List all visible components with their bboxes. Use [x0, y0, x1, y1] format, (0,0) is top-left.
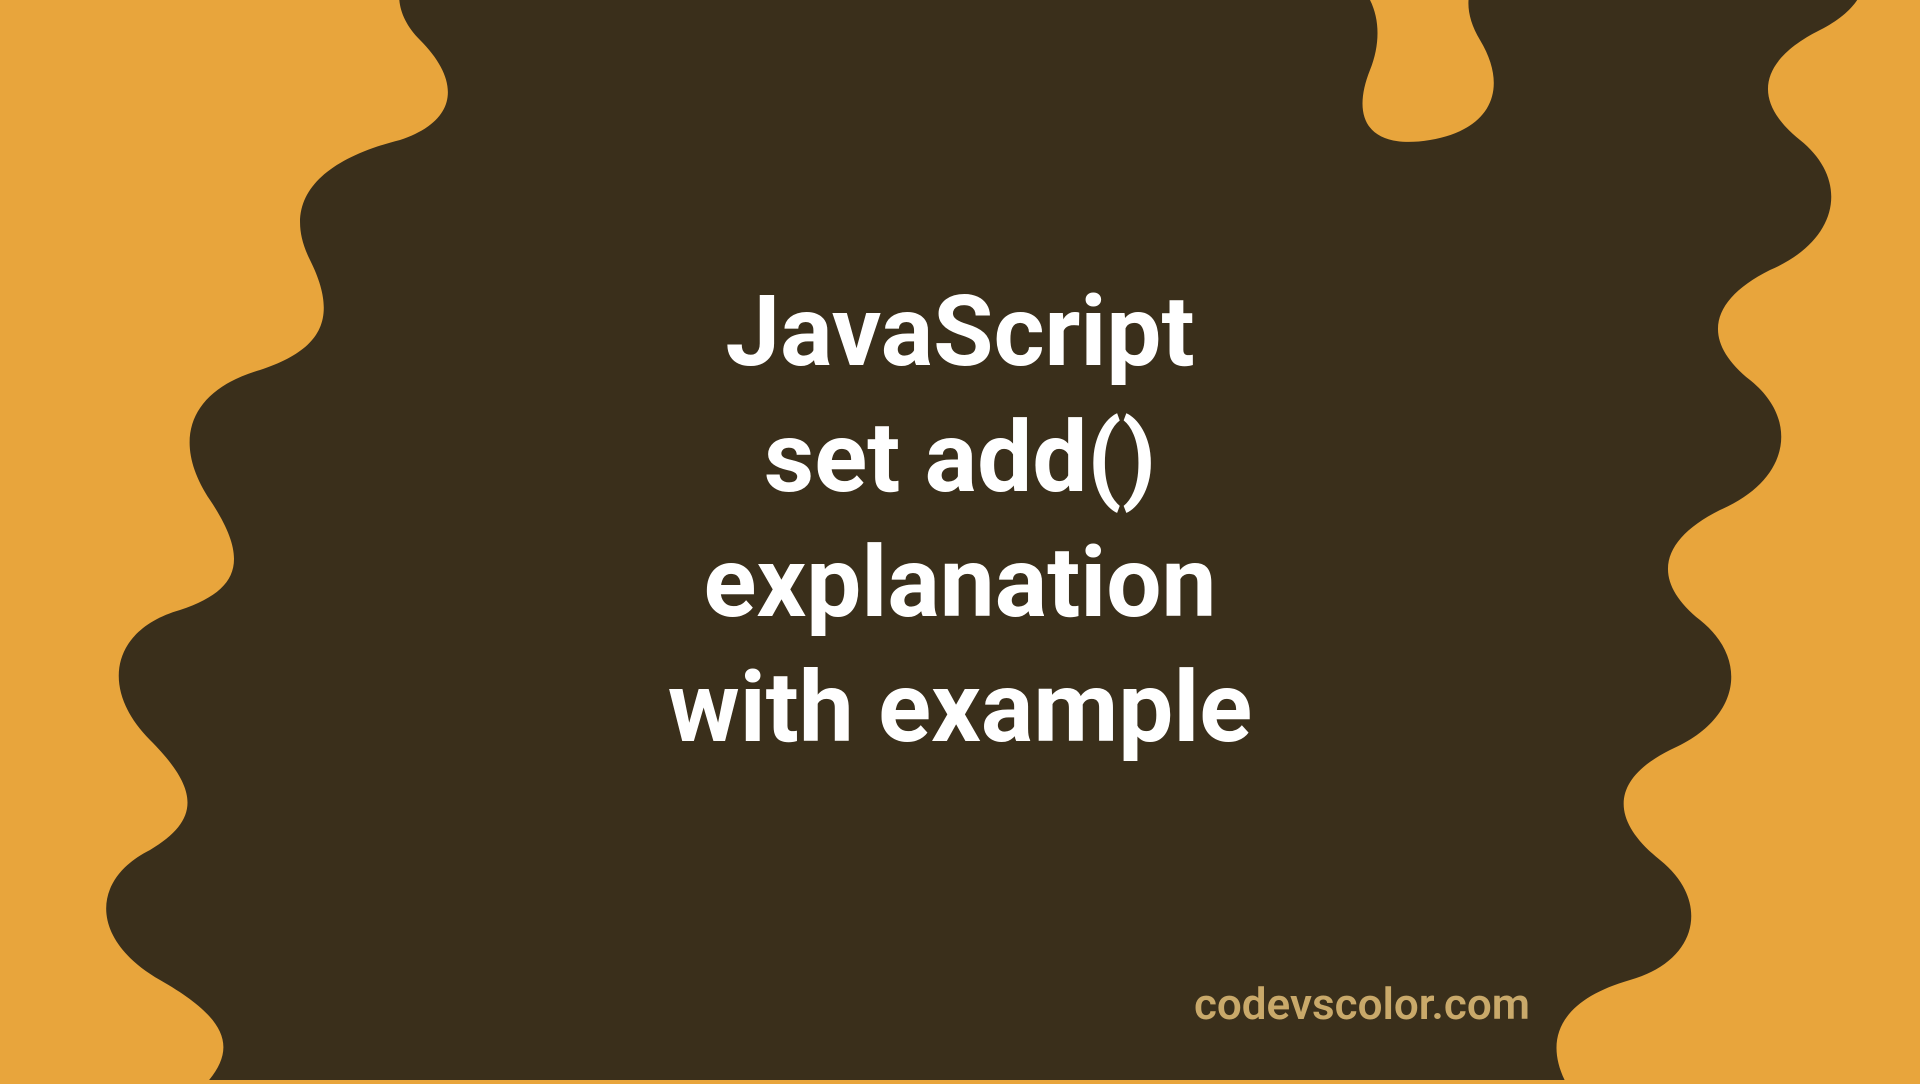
footer-credit: codevscolor.com: [1194, 978, 1530, 1030]
main-title: JavaScript set add() explanation with ex…: [668, 269, 1252, 771]
